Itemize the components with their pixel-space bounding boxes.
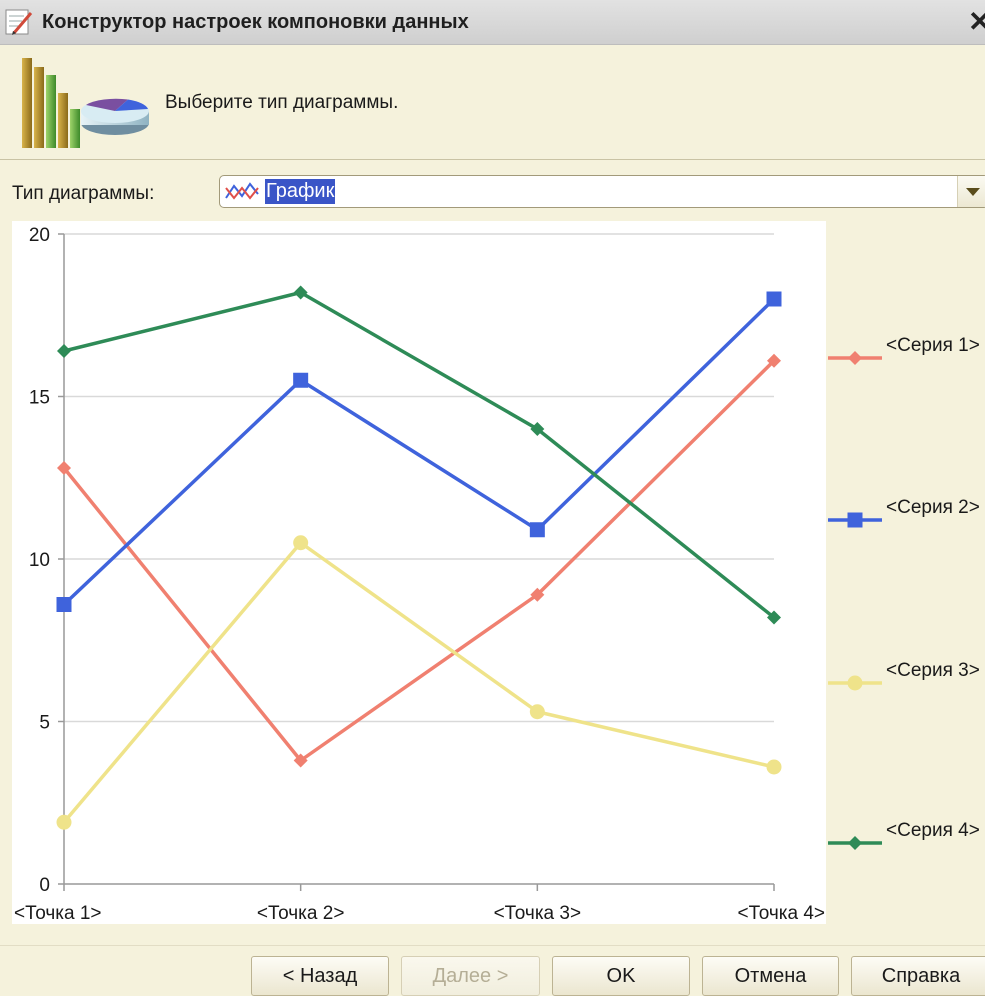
series-3-point bbox=[293, 535, 309, 551]
series-2-point bbox=[529, 522, 545, 538]
line-chart: 0 5 10 15 20 <Точка 1> <Точка 2> <Точка 3> <Точк… bbox=[14, 225, 882, 924]
y-tick-label: 5 bbox=[39, 713, 50, 734]
legend-label-series-2: <Серия 2> bbox=[886, 497, 980, 518]
x-tick-label: <Точка 4> bbox=[737, 903, 825, 924]
y-tick-label: 20 bbox=[29, 225, 50, 246]
legend-label-series-1: <Серия 1> bbox=[886, 335, 980, 356]
series-2-point bbox=[766, 291, 782, 307]
series-3-line bbox=[62, 541, 775, 824]
series-4-point bbox=[57, 344, 71, 358]
legend-label-series-3: <Серия 3> bbox=[886, 660, 980, 681]
series-3-point bbox=[529, 704, 545, 720]
back-button[interactable]: < Назад bbox=[251, 956, 389, 996]
y-tick-label: 0 bbox=[39, 875, 50, 896]
y-tick-label: 15 bbox=[29, 388, 50, 409]
y-tick-label: 10 bbox=[29, 550, 50, 571]
wizard-footer: < Назад Далее > OK Отмена Справка bbox=[0, 945, 985, 996]
legend-swatch-marker bbox=[848, 836, 862, 850]
series-1-line bbox=[62, 359, 776, 763]
series-4-point bbox=[293, 285, 308, 300]
series-2-point bbox=[293, 372, 309, 388]
legend-swatch-marker bbox=[847, 512, 863, 528]
next-button[interactable]: Далее > bbox=[401, 956, 540, 996]
series-2-point bbox=[56, 597, 72, 612]
series-3-point bbox=[766, 759, 782, 775]
legend-label-series-4: <Серия 4> bbox=[886, 820, 980, 841]
x-tick-label: <Точка 2> bbox=[257, 903, 345, 924]
ok-button[interactable]: OK bbox=[552, 956, 690, 996]
help-button[interactable]: Справка bbox=[851, 956, 985, 996]
x-tick-label: <Точка 1> bbox=[14, 903, 102, 924]
legend-swatch-marker bbox=[848, 351, 862, 365]
cancel-button[interactable]: Отмена bbox=[702, 956, 839, 996]
series-3-point bbox=[56, 814, 72, 830]
legend-swatch-marker bbox=[847, 675, 863, 691]
x-tick-label: <Точка 3> bbox=[494, 903, 582, 924]
